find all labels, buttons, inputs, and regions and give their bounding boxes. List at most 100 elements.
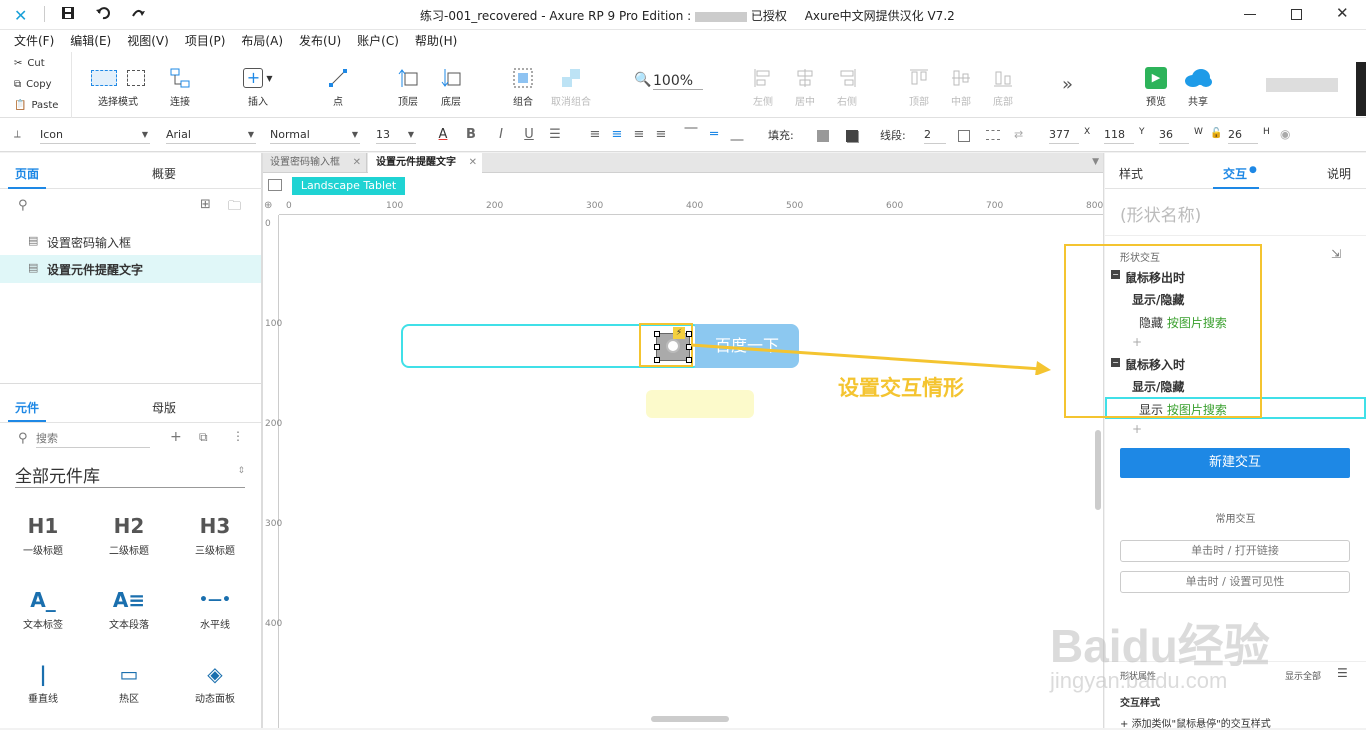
page-item-selected[interactable]: ▤ 设置元件提醒文字 [0,255,261,283]
icon-style-select[interactable]: Icon ▼ [40,126,150,144]
visibility-eye-icon[interactable]: ◉ [1280,127,1290,141]
show-all-link[interactable]: 显示全部 [1285,669,1321,682]
search-icon[interactable]: ⚲ [18,198,28,213]
tab-widgets[interactable]: 元件 [15,399,39,416]
tab-interactions[interactable]: 交互 [1223,165,1247,182]
widget-h1[interactable]: H1 一级标题 [8,510,78,557]
library-copy-icon[interactable]: ⧉ [199,430,208,445]
stroke-pattern-icon[interactable] [986,130,1000,140]
maximize-icon[interactable] [1291,9,1302,20]
minimize-icon[interactable] [1244,14,1256,15]
library-menu-icon[interactable]: ⋮ [232,429,244,443]
menu-icon[interactable]: ☰ [1337,666,1348,680]
stroke-width-input[interactable]: 2 [924,126,946,144]
add-action-icon[interactable]: + [1132,422,1142,436]
interaction-bolt-icon[interactable]: ⚡ [673,327,685,339]
text-justify-icon[interactable]: ≡ [652,126,670,144]
menu-edit[interactable]: 编辑(E) [62,30,119,52]
widget-horizontal-line[interactable]: •—• 水平线 [180,584,250,631]
widget-hotspot[interactable]: ▭ 热区 [94,658,164,705]
widget-h3[interactable]: H3 三级标题 [180,510,250,557]
widget-h2[interactable]: H2 二级标题 [94,510,164,557]
ungroup-button[interactable]: 取消组合 [543,66,599,108]
undo-icon[interactable] [95,5,111,21]
fill-color-swatch[interactable] [817,130,829,142]
y-input[interactable]: 118 [1104,126,1134,144]
width-input[interactable]: 36 [1159,126,1189,144]
menu-layout[interactable]: 布局(A) [233,30,291,52]
font-size-select[interactable]: 13 ▼ [376,126,416,144]
menu-publish[interactable]: 发布(U) [291,30,349,52]
menu-account[interactable]: 账户(C) [349,30,407,52]
shape-name-input[interactable]: (形状名称) [1120,201,1201,226]
widget-dynamic-panel[interactable]: ◈ 动态面板 [180,658,250,705]
tab-pages[interactable]: 页面 [15,165,39,182]
common-click-set-visibility-button[interactable]: 单击时 / 设置可见性 [1120,571,1350,593]
select-mode-button[interactable]: 选择模式 [90,66,146,108]
font-color-icon[interactable]: A [434,126,452,144]
font-weight-select[interactable]: Normal ▼ [270,126,360,144]
menu-view[interactable]: 视图(V) [119,30,177,52]
text-align-right-icon[interactable]: ≡ [630,126,648,144]
tab-masters[interactable]: 母版 [152,399,176,416]
page-item[interactable]: ▤ 设置密码输入框 [0,229,261,255]
tab-outline[interactable]: 概要 [152,165,176,182]
add-folder-icon[interactable]: 🗀 [228,197,241,219]
tooltip-hint-widget[interactable] [646,390,754,418]
add-library-icon[interactable]: + [170,429,182,445]
doc-tab[interactable]: 设置密码输入框 ✕ [263,153,367,173]
widget-vertical-line[interactable]: | 垂直线 [8,658,78,705]
align-right-button[interactable]: 右侧 [819,66,875,108]
library-select[interactable]: 全部元件库 ⇕ [15,462,245,488]
valign-bottom-icon[interactable]: ⎽ [728,126,746,144]
more-tools-icon[interactable]: » [1062,74,1073,95]
copy-button[interactable]: ⧉ Copy [14,79,52,90]
resize-handle[interactable] [686,331,692,337]
common-click-open-link-button[interactable]: 单击时 / 打开链接 [1120,540,1350,562]
underline-icon[interactable]: U [520,126,538,144]
new-interaction-button[interactable]: 新建交互 [1120,448,1350,478]
height-input[interactable]: 26 [1228,126,1258,144]
share-button[interactable]: 共享 [1170,66,1226,108]
font-family-select[interactable]: Arial ▼ [166,126,256,144]
stroke-color-icon[interactable] [958,130,970,142]
resize-handle[interactable] [654,344,660,350]
shadow-swatch[interactable] [846,130,858,142]
paste-button[interactable]: 📋 Paste [14,100,58,111]
widget-text-label[interactable]: A_ 文本标签 [8,584,78,631]
menu-help[interactable]: 帮助(H) [407,30,465,52]
save-icon[interactable] [60,5,76,21]
zoom-select[interactable]: 100% [653,73,703,90]
expand-icon[interactable]: ⇲ [1331,247,1341,261]
cut-button[interactable]: ✂ Cut [14,58,45,69]
point-button[interactable]: 点 [310,66,366,108]
text-align-left-icon[interactable]: ≡ [586,126,604,144]
tab-notes[interactable]: 说明 [1327,165,1351,182]
valign-top-icon[interactable]: ⎺ [682,126,700,144]
widget-paragraph[interactable]: A≡ 文本段落 [94,584,164,631]
tabs-dropdown-icon[interactable]: ▼ [1092,157,1099,167]
text-align-center-icon[interactable]: ≡ [608,126,626,144]
insert-button[interactable]: + ▼ 插入 [230,66,286,108]
tab-style[interactable]: 样式 [1119,165,1143,182]
bullet-list-icon[interactable]: ☰ [546,126,564,144]
menu-project[interactable]: 项目(P) [177,30,234,52]
account-blurred[interactable] [1266,78,1338,92]
close-icon[interactable]: ✕ [1336,4,1349,22]
send-to-back-button[interactable]: 底层 [423,66,479,108]
widget-search-input[interactable] [36,430,150,448]
valign-middle-icon[interactable]: ═ [705,126,723,144]
arrow-style-icon[interactable]: ⇄ [1014,128,1023,141]
italic-icon[interactable]: I [492,126,510,144]
x-input[interactable]: 377 [1049,126,1079,144]
adaptive-view-button[interactable]: Landscape Tablet [292,177,405,195]
align-bottom-button[interactable]: 底部 [975,66,1031,108]
horizontal-scrollbar[interactable] [651,716,729,722]
menu-file[interactable]: 文件(F) [6,30,62,52]
redo-icon[interactable] [130,5,146,21]
resize-handle[interactable] [654,331,660,337]
lock-icon[interactable]: 🔓 [1210,128,1222,139]
vertical-scrollbar[interactable] [1095,430,1101,510]
add-page-icon[interactable]: ⊞ [200,197,211,212]
connect-button[interactable]: 连接 [152,66,208,108]
